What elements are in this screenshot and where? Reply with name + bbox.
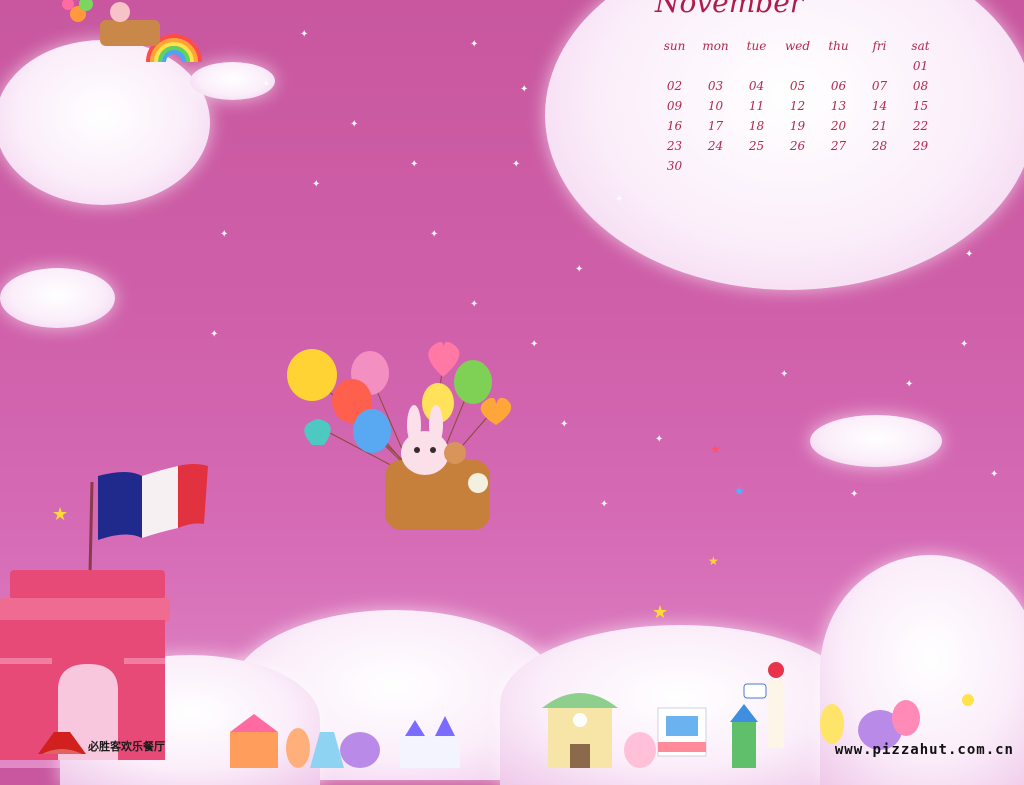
calendar-day <box>736 56 777 76</box>
sparkle-icon: ✦ <box>262 79 271 90</box>
calendar-weeks: 01 02 03 04 05 06 07 08 09 10 11 12 13 14 15 16 17 18 19 20… <box>654 56 944 176</box>
calendar-week-row: 09 10 11 12 13 14 15 <box>654 96 944 116</box>
calendar-day <box>736 156 777 176</box>
sparkle-icon: ✦ <box>430 229 439 240</box>
calendar-day: 13 <box>830 99 847 113</box>
rainbow-balloon-basket-illustration <box>62 0 202 63</box>
calendar-week-row: 16 17 18 19 20 21 22 <box>654 116 944 136</box>
cloud-right-small <box>810 415 942 467</box>
calendar-day: 17 <box>707 119 724 133</box>
weekday-label: mon <box>702 39 729 53</box>
sparkle-icon: ✦ <box>560 419 569 430</box>
calendar-day: 01 <box>912 59 929 73</box>
weekday-label: tue <box>746 39 767 53</box>
sparkle-icon: ✦ <box>300 29 309 40</box>
calendar-day: 19 <box>789 119 806 133</box>
calendar-day: 05 <box>789 79 806 93</box>
calendar-day: 23 <box>666 139 683 153</box>
sparkle-icon: ✦ <box>990 469 999 480</box>
yellow-star-icon: ★ <box>708 554 719 568</box>
blue-star-icon: ★ <box>734 484 745 498</box>
calendar-day: 27 <box>830 139 847 153</box>
red-star-icon: ★ <box>710 442 721 456</box>
calendar-day: 26 <box>789 139 806 153</box>
calendar-grid: sun mon tue wed thu fri sat 01 02 03 04 05 06 07 08 09… <box>654 36 944 176</box>
calendar-week-row: 02 03 04 05 06 07 08 <box>654 76 944 96</box>
calendar-day <box>818 56 859 76</box>
sparkle-icon: ✦ <box>780 369 789 380</box>
weekday-label: fri <box>872 39 887 53</box>
calendar-day: 16 <box>666 119 683 133</box>
pizza-hut-logo-icon <box>38 732 86 754</box>
calendar-day: 07 <box>871 79 888 93</box>
sparkle-icon: ✦ <box>520 84 529 95</box>
cloud-left-small <box>0 268 115 328</box>
sparkle-icon: ✦ <box>350 119 359 130</box>
sparkle-icon: ✦ <box>530 339 539 350</box>
calendar-day: 06 <box>830 79 847 93</box>
bunny-balloon-basket-illustration <box>287 342 512 530</box>
sparkle-icon: ✦ <box>470 39 479 50</box>
weekday-label: sun <box>663 39 686 53</box>
weekday-label: thu <box>828 39 849 53</box>
arch-with-flag-illustration <box>0 464 208 760</box>
calendar-day <box>777 156 818 176</box>
calendar-day: 04 <box>748 79 765 93</box>
calendar-day <box>695 156 736 176</box>
sparkle-icon: ✦ <box>470 299 479 310</box>
calendar-day: 15 <box>912 99 929 113</box>
sparkle-icon: ✦ <box>655 434 664 445</box>
yellow-star-icon: ★ <box>652 602 669 623</box>
sparkle-icon: ✦ <box>575 264 584 275</box>
website-url: www.pizzahut.com.cn <box>834 742 1014 758</box>
sparkle-icon: ✦ <box>210 329 219 340</box>
calendar-day: 02 <box>666 79 683 93</box>
sparkle-icon: ✦ <box>312 179 321 190</box>
calendar-day: 24 <box>707 139 724 153</box>
sparkle-icon: ✦ <box>615 194 624 205</box>
sparkle-icon: ✦ <box>965 249 974 260</box>
calendar-day <box>818 156 859 176</box>
sparkle-icon: ✦ <box>960 339 969 350</box>
calendar-day: 18 <box>748 119 765 133</box>
calendar-day <box>859 56 900 76</box>
calendar-day <box>777 56 818 76</box>
calendar-day: 11 <box>748 99 765 113</box>
weekday-label: wed <box>784 39 811 53</box>
calendar-day: 25 <box>748 139 765 153</box>
calendar-day: 30 <box>666 159 683 173</box>
sparkle-icon: ✦ <box>512 159 521 170</box>
calendar-day <box>695 56 736 76</box>
calendar-week-row: 30 <box>654 156 944 176</box>
calendar-day: 22 <box>912 119 929 133</box>
calendar-day: 29 <box>912 139 929 153</box>
calendar-day <box>654 56 695 76</box>
weekday-header: sun mon tue wed thu fri sat <box>654 36 944 56</box>
calendar-day: 12 <box>789 99 806 113</box>
brand-name: 必胜客欢乐餐厅 <box>88 740 165 753</box>
calendar-day <box>900 156 941 176</box>
sparkle-icon: ✦ <box>410 159 419 170</box>
calendar-day: 21 <box>871 119 888 133</box>
calendar-day: 20 <box>830 119 847 133</box>
calendar-day: 10 <box>707 99 724 113</box>
sparkle-icon: ✦ <box>220 229 229 240</box>
sparkle-icon: ✦ <box>905 379 914 390</box>
sparkle-icon: ✦ <box>850 489 859 500</box>
calendar-day: 28 <box>871 139 888 153</box>
calendar-day <box>859 156 900 176</box>
weekday-label: sat <box>911 39 930 53</box>
calendar-day: 03 <box>707 79 724 93</box>
calendar-day: 09 <box>666 99 683 113</box>
calendar-week-row: 01 <box>654 56 944 76</box>
calendar-week-row: 23 24 25 26 27 28 29 <box>654 136 944 156</box>
calendar-month: November <box>655 0 804 19</box>
calendar-day: 14 <box>871 99 888 113</box>
calendar-day: 08 <box>912 79 929 93</box>
sparkle-icon: ✦ <box>600 499 609 510</box>
